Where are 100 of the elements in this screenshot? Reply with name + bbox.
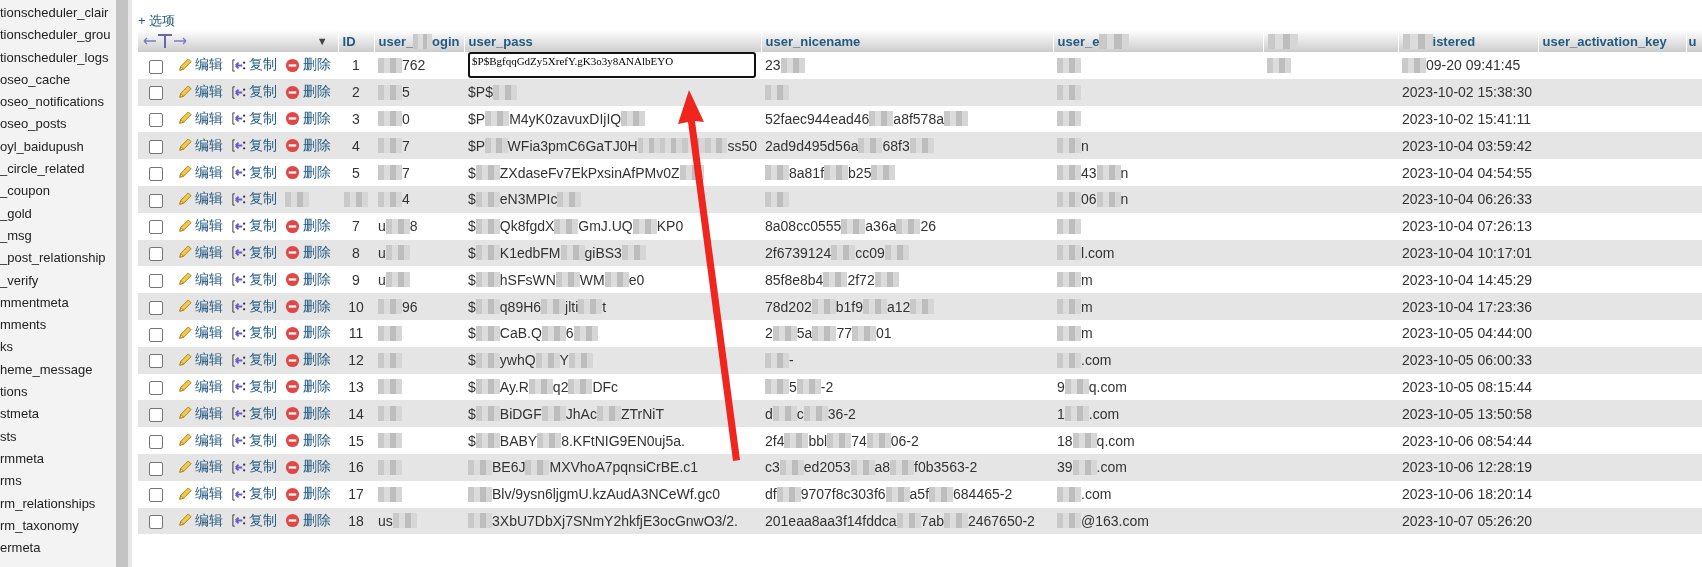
table-link[interactable]: mments — [0, 314, 116, 337]
copy-link[interactable]: 复制 — [231, 511, 277, 530]
copy-link[interactable]: 复制 — [231, 110, 277, 128]
edit-link[interactable]: 编辑 — [177, 243, 223, 262]
edit-link[interactable]: 编辑 — [177, 485, 223, 504]
edit-field[interactable]: $P$BgfqqGdZy5XrefY.gK3o3y8ANAlbEYO — [468, 52, 756, 79]
row-checkbox[interactable] — [148, 515, 163, 530]
edit-link[interactable]: 编辑 — [177, 270, 223, 289]
copy-link[interactable]: 复制 — [231, 136, 277, 155]
copy-link[interactable]: 复制 — [231, 270, 277, 289]
table-link[interactable]: _circle_related — [0, 158, 116, 181]
row-checkbox[interactable] — [148, 434, 163, 449]
delete-link[interactable]: 删除 — [285, 297, 331, 316]
table-link[interactable]: rmmeta — [0, 447, 116, 471]
copy-link[interactable]: 复制 — [231, 485, 277, 504]
delete-link[interactable]: 删除 — [285, 485, 331, 504]
row-checkbox[interactable] — [148, 193, 163, 208]
table-link[interactable]: tions — [0, 381, 116, 404]
copy-link[interactable]: 复制 — [231, 56, 277, 75]
table-link[interactable]: tionscheduler_grou — [0, 24, 116, 47]
delete-link[interactable]: 删除 — [285, 324, 331, 343]
column-header[interactable]: ogin — [432, 33, 460, 49]
row-checkbox[interactable] — [148, 327, 163, 342]
copy-link[interactable]: 复制 — [231, 404, 277, 423]
table-link[interactable]: heme_message — [0, 358, 116, 382]
row-checkbox[interactable] — [148, 86, 163, 101]
table-link[interactable]: rms — [0, 470, 116, 493]
edit-link[interactable]: 编辑 — [177, 163, 223, 182]
copy-link[interactable]: 复制 — [231, 324, 277, 343]
delete-link[interactable]: 删除 — [285, 404, 331, 423]
sort-caret[interactable]: ▼ — [316, 35, 334, 47]
table-link[interactable]: _gold — [0, 202, 116, 225]
edit-link[interactable]: 编辑 — [177, 56, 223, 75]
edit-link[interactable]: 编辑 — [177, 136, 223, 155]
table-link[interactable]: ermeta — [0, 537, 116, 560]
edit-link[interactable]: 编辑 — [177, 297, 223, 316]
table-link[interactable]: rm_taxonomy — [0, 514, 116, 538]
copy-link[interactable]: 复制 — [231, 163, 277, 182]
scrollbar[interactable] — [116, 0, 132, 567]
row-checkbox[interactable] — [148, 113, 163, 128]
edit-link[interactable]: 编辑 — [177, 83, 223, 102]
delete-link[interactable]: 删除 — [285, 458, 331, 477]
row-checkbox[interactable] — [148, 273, 163, 288]
edit-link[interactable]: 编辑 — [177, 377, 223, 396]
delete-link[interactable]: 删除 — [285, 56, 331, 75]
edit-link[interactable]: 编辑 — [177, 511, 223, 530]
delete-link[interactable]: 删除 — [285, 136, 331, 155]
copy-link[interactable]: 复制 — [231, 190, 277, 209]
row-checkbox[interactable] — [148, 407, 163, 422]
row-checkbox[interactable] — [148, 166, 163, 181]
options-link[interactable]: + 选项 — [138, 12, 176, 30]
table-link[interactable]: stmeta — [0, 403, 116, 426]
column-header[interactable]: user_ — [378, 33, 414, 49]
copy-link[interactable]: 复制 — [231, 377, 277, 396]
row-checkbox[interactable] — [148, 300, 163, 315]
copy-link[interactable]: 复制 — [231, 217, 277, 236]
row-checkbox[interactable] — [148, 461, 163, 476]
table-link[interactable]: oseo_posts — [0, 113, 116, 136]
row-checkbox[interactable] — [148, 354, 163, 369]
column-header[interactable]: user_e — [1057, 33, 1100, 49]
copy-link[interactable]: 复制 — [231, 83, 277, 102]
table-link[interactable]: oseo_notifications — [0, 91, 116, 114]
table-link[interactable]: oseo_cache — [0, 68, 116, 92]
delete-link[interactable]: 删除 — [285, 377, 331, 396]
row-checkbox[interactable] — [148, 381, 163, 396]
table-link[interactable]: _msg — [0, 224, 116, 248]
edit-link[interactable]: 编辑 — [177, 324, 223, 343]
table-link[interactable]: tionscheduler_logs — [0, 46, 116, 69]
table-link[interactable]: _coupon — [0, 180, 116, 203]
edit-link[interactable]: 编辑 — [177, 458, 223, 477]
table-link[interactable]: _post_relationship — [0, 247, 116, 270]
row-checkbox[interactable] — [148, 247, 163, 262]
copy-link[interactable]: 复制 — [231, 431, 277, 450]
delete-link[interactable]: 删除 — [285, 351, 331, 370]
copy-link[interactable]: 复制 — [231, 351, 277, 370]
edit-link[interactable]: 编辑 — [177, 190, 223, 209]
column-resize-icon[interactable] — [142, 33, 188, 49]
delete-link[interactable]: 删除 — [285, 270, 331, 289]
row-checkbox[interactable] — [148, 488, 163, 503]
table-link[interactable]: rm_relationships — [0, 492, 116, 515]
row-checkbox[interactable] — [148, 59, 163, 74]
delete-link[interactable]: 删除 — [285, 431, 331, 450]
copy-link[interactable]: 复制 — [231, 243, 277, 262]
table-link[interactable]: tionscheduler_clair — [0, 2, 116, 25]
table-link[interactable]: mmentmeta — [0, 291, 116, 315]
delete-link[interactable]: 删除 — [285, 110, 331, 128]
table-link[interactable]: oyl_baidupush — [0, 135, 116, 159]
edit-link[interactable]: 编辑 — [177, 404, 223, 423]
table-link[interactable]: sts — [0, 425, 116, 448]
delete-link[interactable]: 删除 — [285, 163, 331, 182]
edit-link[interactable]: 编辑 — [177, 351, 223, 370]
copy-link[interactable]: 复制 — [231, 458, 277, 477]
edit-link[interactable]: 编辑 — [177, 431, 223, 450]
edit-link[interactable]: 编辑 — [177, 110, 223, 128]
column-header[interactable]: user_pass — [468, 33, 533, 49]
table-link[interactable]: ks — [0, 336, 116, 359]
delete-link[interactable]: 删除 — [285, 217, 331, 236]
row-checkbox[interactable] — [148, 220, 163, 235]
delete-link[interactable]: 删除 — [285, 511, 331, 530]
table-link[interactable]: _verify — [0, 269, 116, 292]
